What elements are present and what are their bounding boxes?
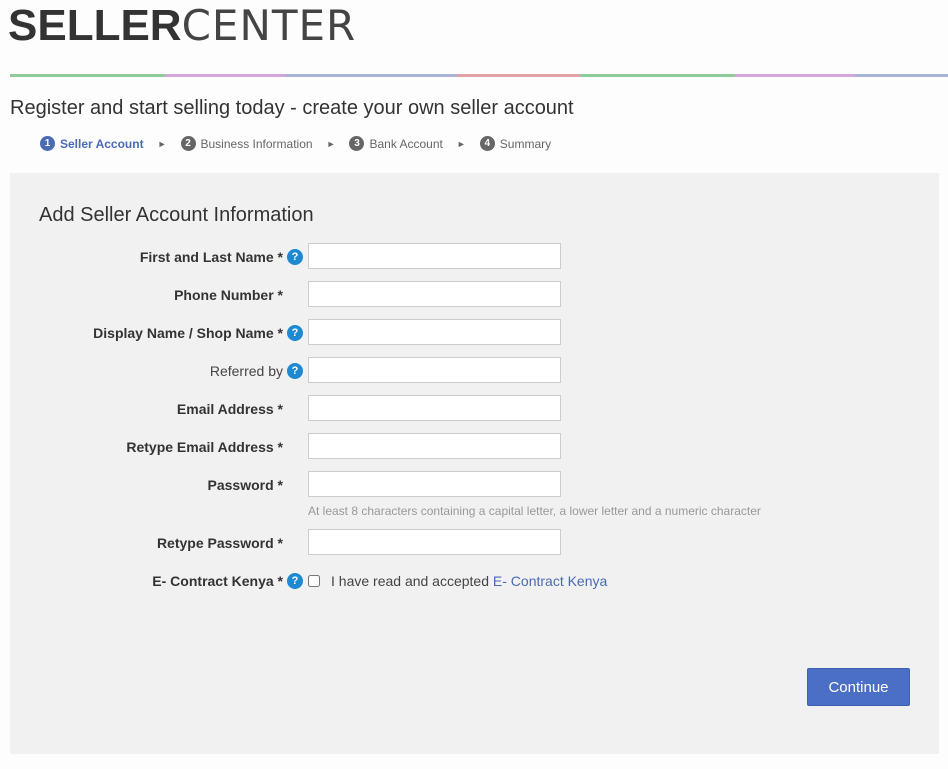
color-bar-segment — [457, 74, 580, 77]
email-input[interactable] — [308, 395, 561, 421]
phone-number-input[interactable] — [308, 281, 561, 307]
step-seller-account: 1 Seller Account — [40, 136, 144, 151]
password-label: Password * — [207, 477, 283, 493]
e-contract-label: E- Contract Kenya * — [152, 573, 283, 589]
e-contract-checkbox[interactable] — [308, 575, 320, 587]
field-row-password: Password * — [10, 471, 939, 499]
e-contract-link[interactable]: E- Contract Kenya — [493, 573, 607, 589]
step-number-badge: 1 — [40, 136, 55, 151]
retype-email-label: Retype Email Address * — [126, 439, 283, 455]
form-title: Add Seller Account Information — [39, 204, 314, 226]
full-name-label: First and Last Name * — [139, 249, 283, 265]
logo-bold-text: SELLER — [8, 1, 182, 50]
step-label: Business Information — [200, 136, 313, 151]
help-icon[interactable]: ? — [287, 363, 303, 379]
step-number-badge: 4 — [479, 136, 495, 151]
field-row-referred-by: Referred by ? — [10, 357, 939, 385]
color-bar-segment — [580, 74, 735, 77]
continue-button[interactable]: Continue — [807, 668, 910, 706]
color-bar-segment — [165, 74, 285, 77]
e-contract-text: I have read and accepted E- Contract Ken… — [331, 573, 607, 589]
step-label: Summary — [499, 136, 552, 151]
header-color-bar — [10, 74, 948, 77]
color-bar-segment — [735, 74, 855, 77]
step-arrow-icon: ► — [456, 138, 466, 149]
field-row-shop-name: Display Name / Shop Name * ? — [10, 319, 939, 347]
help-icon[interactable]: ? — [287, 249, 303, 265]
step-summary: 4 Summary — [479, 136, 552, 151]
step-label: Bank Account — [369, 136, 443, 151]
seller-account-form-panel: Add Seller Account Information First and… — [10, 173, 939, 754]
retype-email-input[interactable] — [308, 433, 561, 459]
shop-name-input[interactable] — [308, 319, 561, 345]
step-arrow-icon: ► — [157, 138, 167, 149]
step-bank-account: 3 Bank Account — [349, 136, 443, 151]
field-row-e-contract: E- Contract Kenya * ? I have read and ac… — [10, 567, 939, 595]
field-row-phone: Phone Number * — [10, 281, 939, 309]
full-name-input[interactable] — [308, 243, 561, 269]
password-input[interactable] — [308, 471, 561, 497]
field-row-retype-password: Retype Password * — [10, 529, 939, 557]
field-row-full-name: First and Last Name * ? — [10, 243, 939, 271]
referred-by-input[interactable] — [308, 357, 561, 383]
color-bar-segment — [855, 74, 948, 77]
retype-password-input[interactable] — [308, 529, 561, 555]
email-label: Email Address * — [176, 401, 283, 417]
help-icon[interactable]: ? — [287, 573, 303, 589]
step-label: Seller Account — [60, 136, 144, 151]
password-hint: At least 8 characters containing a capit… — [308, 504, 761, 518]
step-business-information: 2 Business Information — [180, 136, 313, 151]
e-contract-statement: I have read and accepted — [331, 573, 493, 589]
page-title: Register and start selling today - creat… — [10, 97, 574, 119]
retype-password-label: Retype Password * — [156, 535, 283, 551]
help-icon[interactable]: ? — [287, 325, 303, 341]
referred-by-label: Referred by — [209, 363, 283, 379]
color-bar-segment — [10, 74, 165, 77]
registration-steps: 1 Seller Account ► 2 Business Informatio… — [40, 136, 551, 151]
phone-number-label: Phone Number * — [174, 287, 283, 303]
seller-center-logo: SELLERCENTER — [8, 4, 356, 48]
field-row-retype-email: Retype Email Address * — [10, 433, 939, 461]
shop-name-label: Display Name / Shop Name * — [93, 325, 283, 341]
step-arrow-icon: ► — [326, 138, 336, 149]
step-number-badge: 3 — [349, 136, 365, 151]
color-bar-segment — [285, 74, 457, 77]
field-row-email: Email Address * — [10, 395, 939, 423]
step-number-badge: 2 — [180, 136, 196, 151]
logo-thin-text: CENTER — [181, 1, 357, 50]
